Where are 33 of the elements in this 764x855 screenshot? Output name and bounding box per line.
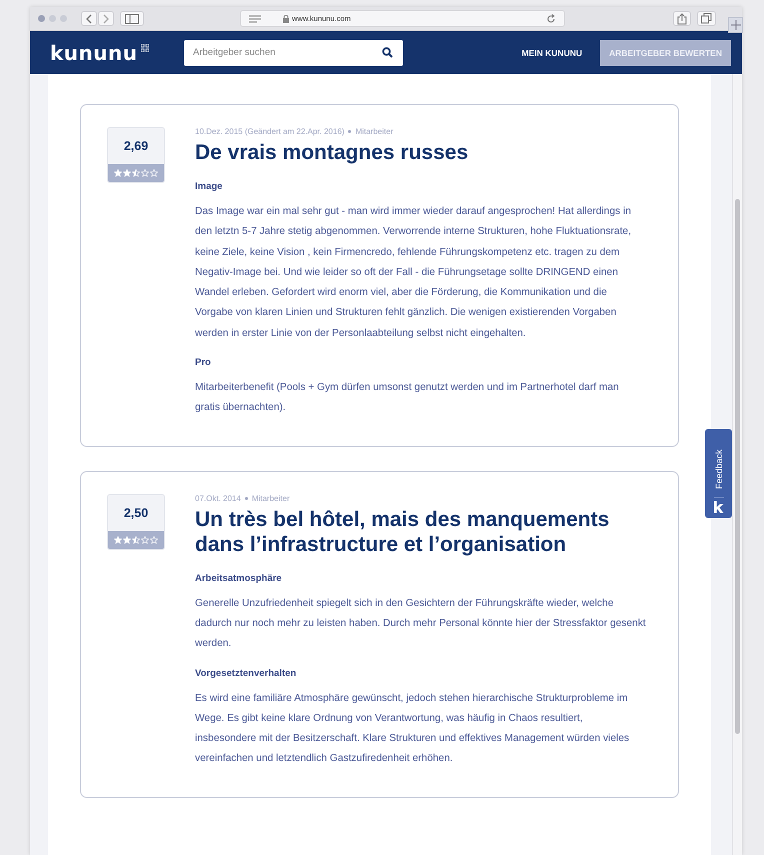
reload-icon[interactable] [546, 14, 556, 24]
section-text: Generelle Unzufriedenheit spiegelt sich in den Gesichtern der Führungskräfte wieder, welche dadurch nur noch mehr zu leisten haben. Durch mehr Personal könnte hier der Stressfaktor gesenkt werden. [195, 596, 647, 652]
search-field[interactable]: Arbeitgeber suchen [184, 40, 403, 66]
review-title: Un très bel hôtel, mais des manquements dans l’infrastructure et l’organisation [195, 506, 610, 557]
logo[interactable]: kununu [50, 42, 184, 64]
nav-link[interactable]: MEIN KUNUNU [522, 48, 582, 58]
section-heading: Arbeitsatmosphäre [195, 572, 283, 584]
section-text: Mitarbeiterbenefit (Pools + Gym dürfen umsonst genutzt werden und im Partnerhotel darf man gratis übernachten). [195, 381, 620, 416]
feedback-tab[interactable]: Feedback [705, 429, 732, 518]
lock-icon [283, 14, 289, 22]
section-text: Das Image war ein mal sehr gut - man wird immer wieder darauf angesprochen! Hat allerdings in den letztn 5-7 Jahre stetig abgenommen. Verworrende interne Strukturen, hohe Fluktuationsrate, keine Ziele, keine Vision , kein Firmencredo, fehlende Führungskompetenz etc. tragen zu dem Negativ-Image bei. Und wie leider so oft der Fall - die Führungsetage sollte DRINGEND einen Wandel erleben. Gefordert wird enorm viel, aber die Förderung, die Kommunikation und die Vorgabe von klaren Linien und Strukturen fehlt gänzlich. Die wenigen existierenden Vorgaben werden in erster Linie von der Personlaabteilung selbst nicht eingehalten. [195, 205, 632, 341]
section-heading: Vorgesetztenverhalten [195, 668, 298, 679]
review-date: 07.Okt. 2014 [195, 494, 241, 503]
section-heading: Image [195, 181, 224, 192]
back-button[interactable] [81, 11, 97, 26]
tabs-button[interactable] [697, 11, 716, 26]
section-text: Es wird eine familiäre Atmosphäre gewünscht, jedoch stehen hierarchische Strukturprobleme im Wege. Es gibt keine klare Ordnung von Verantwortung, was häufig in Chaos resultiert, insbesondere mit der Besitzerschaft. Klare Strukturen und effektives Management würden vieles vereinfachen und letztendlich Gastzufiredenheit erhöhen. [195, 692, 630, 766]
close-icon[interactable] [38, 15, 45, 22]
new-tab-button[interactable] [728, 17, 743, 33]
chevron-right-icon[interactable] [102, 14, 110, 24]
share-button[interactable] [673, 11, 691, 26]
review-title: De vrais montagnes russes [195, 140, 470, 165]
sidebar-button[interactable] [120, 11, 144, 26]
reviewer-role: Mitarbeiter [252, 494, 290, 503]
section-heading: Pro [195, 357, 212, 368]
reviewer-role: Mitarbeiter [355, 127, 394, 136]
score-value: 2,69 [122, 138, 150, 155]
chevron-left-icon[interactable] [85, 14, 93, 24]
search-icon[interactable] [382, 47, 393, 58]
score-value: 2,50 [122, 504, 150, 522]
reader-icon[interactable] [249, 14, 261, 22]
forward-button[interactable] [98, 11, 114, 26]
review-date: 10.Dez. 2015 (Geändert am 22.Apr. 2016) [195, 127, 344, 136]
